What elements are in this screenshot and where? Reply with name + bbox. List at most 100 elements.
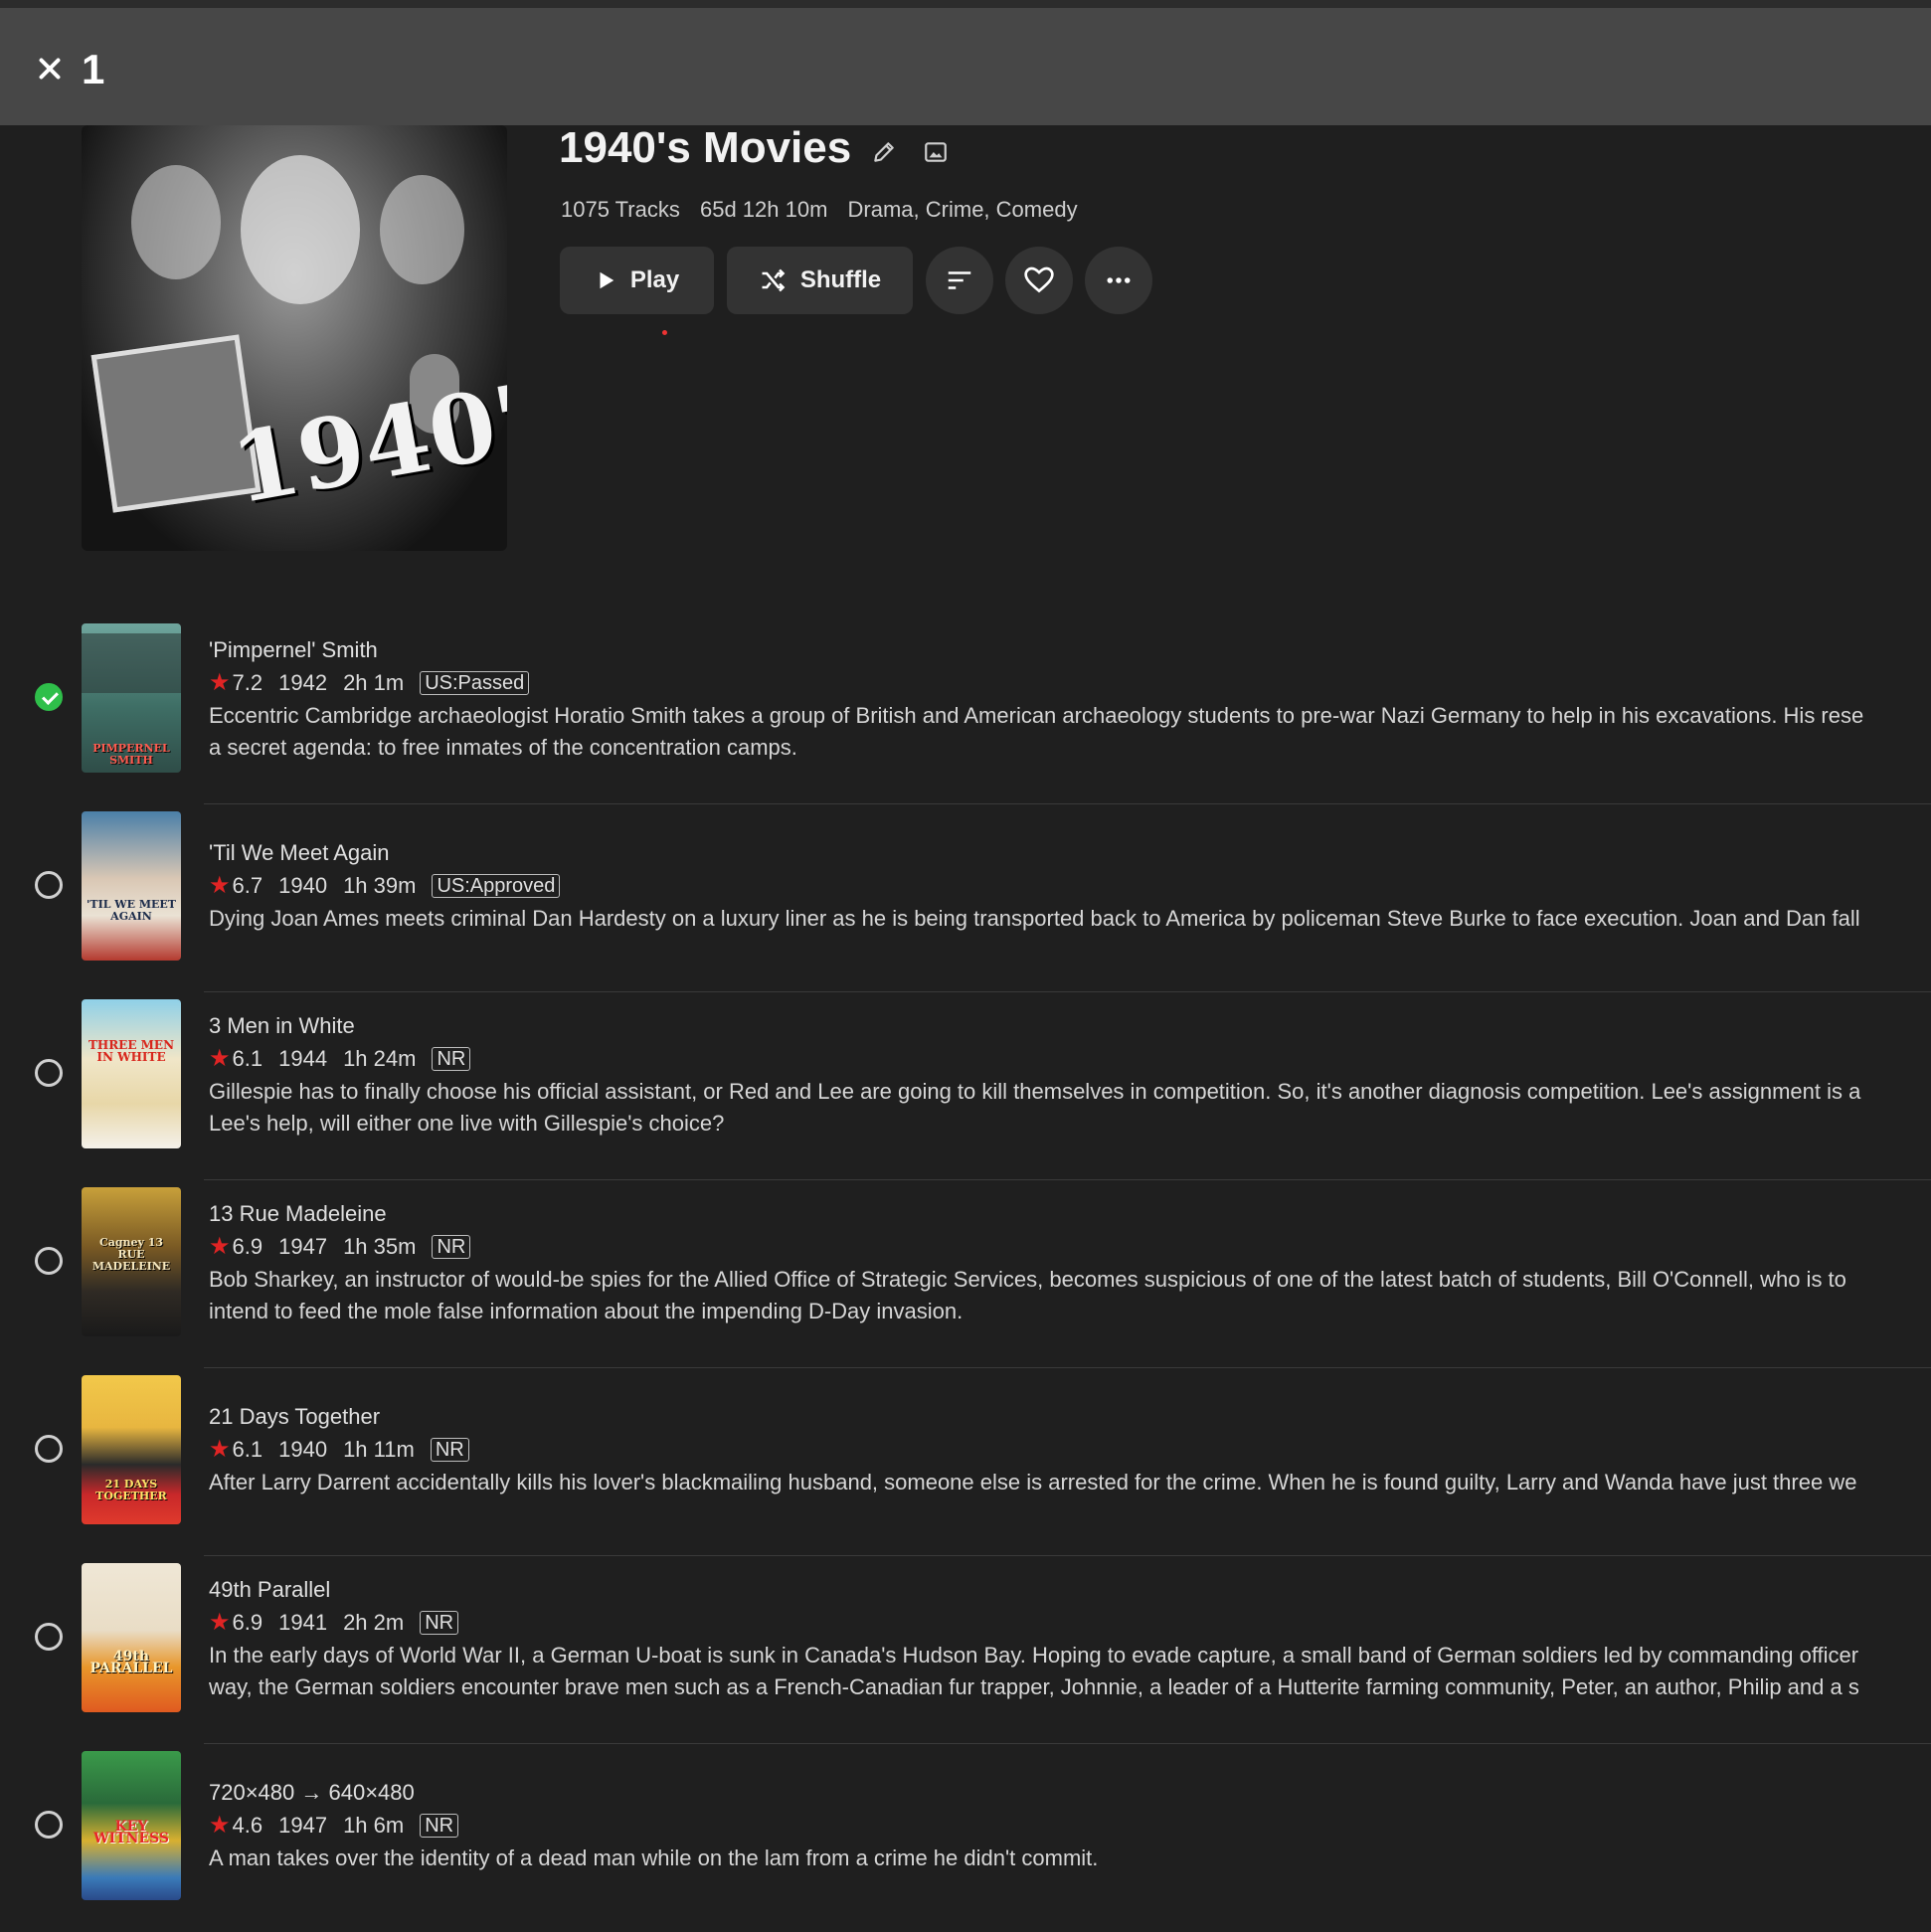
checkbox[interactable] [35, 871, 63, 899]
certification-badge: NR [420, 1813, 459, 1838]
description-line: Dying Joan Ames meets criminal Dan Harde… [209, 906, 1860, 931]
pencil-icon[interactable] [871, 139, 897, 165]
total-duration: 65d 12h 10m [699, 197, 828, 222]
playlist-cover: 1940's [82, 125, 507, 551]
sort-icon [948, 271, 971, 289]
cover-art [241, 155, 360, 304]
genres: Drama, Crime, Comedy [847, 197, 1078, 222]
movie-poster: 49th PARALLEL [82, 1563, 181, 1712]
cover-art [380, 175, 464, 284]
movie-poster: Cagney 13 RUE MADELEINE [82, 1187, 181, 1336]
track-description: After Larry Darrent accidentally kills h… [209, 1467, 1931, 1498]
cover-year-text: 1940's [223, 354, 507, 526]
checkbox[interactable] [35, 1435, 63, 1463]
heart-icon [1024, 266, 1054, 293]
year: 1944 [278, 1045, 328, 1071]
star-icon: ★ [209, 872, 231, 899]
checkbox[interactable] [35, 1811, 63, 1839]
sort-button[interactable] [926, 247, 993, 314]
star-icon: ★ [209, 669, 231, 696]
shuffle-label: Shuffle [799, 266, 882, 293]
track-info: ★ 4.6 1947 1h 6m NR [209, 1811, 459, 1840]
list-item[interactable]: THREE MEN IN WHITE 3 Men in White ★ 6.1 … [0, 992, 1931, 1180]
track-title: 21 Days Together [209, 1404, 381, 1429]
shuffle-icon [762, 268, 786, 292]
star-icon: ★ [209, 1609, 231, 1636]
list-item[interactable]: KEY WITNESS 720×480 → 640×480 ★ 4.6 1947… [0, 1744, 1931, 1932]
star-icon: ★ [209, 1233, 231, 1260]
track-description: A man takes over the identity of a dead … [209, 1843, 1931, 1874]
play-button[interactable]: Play [560, 247, 714, 314]
selection-count: 1 [82, 46, 105, 92]
rating: 6.1 [232, 1436, 263, 1462]
movie-poster: THREE MEN IN WHITE [82, 999, 181, 1148]
track-info: ★ 6.9 1947 1h 35m NR [209, 1232, 471, 1261]
duration: 1h 35m [343, 1233, 417, 1259]
checkmark-icon[interactable] [35, 683, 63, 711]
checkbox[interactable] [35, 1247, 63, 1275]
checkbox[interactable] [35, 1623, 63, 1651]
list-item[interactable]: 49th PARALLEL 49th Parallel ★ 6.9 1941 2… [0, 1556, 1931, 1744]
track-title: 'Til We Meet Again [209, 840, 390, 865]
movie-poster: 21 DAYS TOGETHER [82, 1375, 181, 1524]
movie-poster: KEY WITNESS [82, 1751, 181, 1900]
play-icon [600, 271, 614, 289]
more-options-button[interactable] [1085, 247, 1152, 314]
cover-art [131, 165, 221, 279]
selection-bar: 1 [0, 0, 1931, 125]
poster-title: THREE MEN IN WHITE [88, 1038, 175, 1064]
poster-title: 49th PARALLEL [89, 1649, 173, 1676]
rating: 6.9 [232, 1609, 263, 1635]
poster-title: KEY WITNESS [92, 1819, 170, 1846]
year: 1940 [278, 872, 328, 898]
description-line: After Larry Darrent accidentally kills h… [209, 1470, 1857, 1494]
description-line: intend to feed the mole false informatio… [209, 1299, 964, 1323]
track-list: PIMPERNEL SMITH 'Pimpernel' Smith ★ 7.2 … [0, 616, 1931, 1932]
rating: 6.9 [232, 1233, 263, 1259]
duration: 2h 2m [343, 1609, 405, 1635]
rating: 4.6 [232, 1812, 263, 1838]
year: 1940 [278, 1436, 328, 1462]
playlist-title: 1940's Movies [559, 123, 852, 172]
movie-poster: PIMPERNEL SMITH [82, 623, 181, 773]
description-line: way, the German soldiers encounter brave… [209, 1674, 1859, 1699]
year: 1947 [278, 1233, 328, 1259]
track-description: Eccentric Cambridge archaeologist Horati… [209, 700, 1931, 764]
star-icon: ★ [209, 1045, 231, 1072]
favorite-button[interactable] [1005, 247, 1073, 314]
checkbox[interactable] [35, 1059, 63, 1087]
certification-badge: NR [432, 1234, 471, 1259]
duration: 1h 39m [343, 872, 417, 898]
track-info: ★ 6.7 1940 1h 39m US:Approved [209, 871, 561, 900]
description-line: A man takes over the identity of a dead … [209, 1845, 1099, 1870]
track-info: ★ 6.9 1941 2h 2m NR [209, 1608, 459, 1637]
shuffle-button[interactable]: Shuffle [727, 247, 913, 314]
track-title: 'Pimpernel' Smith [209, 637, 378, 662]
list-item[interactable]: PIMPERNEL SMITH 'Pimpernel' Smith ★ 7.2 … [0, 616, 1931, 804]
poster-title: PIMPERNEL SMITH [92, 742, 170, 767]
year: 1947 [278, 1812, 328, 1838]
description-line: In the early days of World War II, a Ger… [209, 1643, 1859, 1668]
poster-title: Cagney 13 RUE MADELEINE [91, 1236, 171, 1273]
description-line: a secret agenda: to free inmates of the … [209, 735, 797, 760]
track-description: Gillespie has to finally choose his offi… [209, 1076, 1931, 1140]
play-label: Play [629, 266, 680, 293]
rating: 6.7 [232, 872, 263, 898]
close-icon[interactable] [34, 54, 64, 84]
more-icon [1107, 277, 1131, 283]
image-icon[interactable] [923, 139, 949, 165]
list-item[interactable]: 21 DAYS TOGETHER 21 Days Together ★ 6.1 … [0, 1368, 1931, 1556]
star-icon: ★ [209, 1812, 231, 1839]
track-info: ★ 7.2 1942 2h 1m US:Passed [209, 668, 530, 697]
description-line: Gillespie has to finally choose his offi… [209, 1079, 1861, 1104]
track-description: Bob Sharkey, an instructor of would-be s… [209, 1264, 1931, 1327]
list-item[interactable]: 'TIL WE MEET AGAIN 'Til We Meet Again ★ … [0, 804, 1931, 992]
rating: 6.1 [232, 1045, 263, 1071]
certification-badge: NR [430, 1437, 469, 1462]
indicator-dot [662, 330, 667, 335]
star-icon: ★ [209, 1436, 231, 1463]
list-item[interactable]: Cagney 13 RUE MADELEINE 13 Rue Madeleine… [0, 1180, 1931, 1368]
duration: 1h 6m [343, 1812, 405, 1838]
year: 1941 [278, 1609, 328, 1635]
poster-title: 21 DAYS TOGETHER [95, 1478, 167, 1502]
